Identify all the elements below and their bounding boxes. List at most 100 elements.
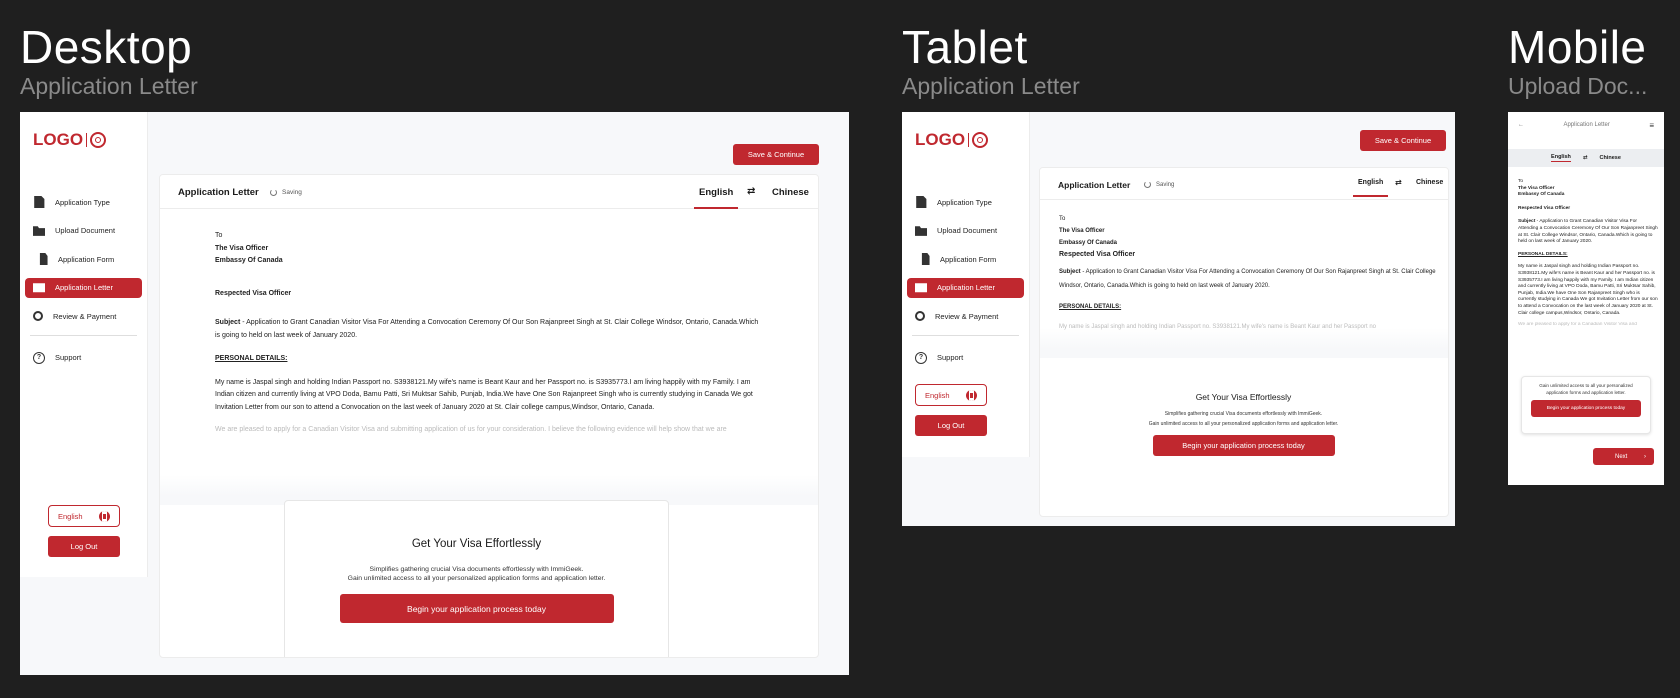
desktop-subtitle: Application Letter: [20, 73, 198, 99]
save-continue-button[interactable]: Save & Continue: [1360, 130, 1446, 151]
promo-line2: Gain unlimited access to all your person…: [1148, 421, 1339, 427]
sidebar-item-application-type[interactable]: Application Type: [25, 192, 142, 212]
sidebar-item-application-form[interactable]: Application Form: [907, 249, 1024, 269]
mobile-lang-tabs: English ⇄ Chinese: [1508, 149, 1664, 167]
file-icon: [921, 253, 930, 265]
saving-status: Saving: [1144, 181, 1174, 188]
canada-flag-icon: [966, 389, 977, 401]
sidebar-item-application-letter[interactable]: Application Letter: [907, 277, 1024, 298]
logo-text: LOGO: [33, 130, 84, 149]
saving-status: Saving: [270, 189, 302, 196]
sidebar-item-application-letter[interactable]: Application Letter: [25, 277, 142, 298]
document-import-icon: [34, 196, 45, 208]
logout-button[interactable]: Log Out: [48, 536, 120, 557]
sidebar-item-review-payment[interactable]: Review & Payment: [25, 306, 142, 326]
sidebar-item-label: Upload Document: [55, 226, 116, 235]
back-icon[interactable]: ←: [1518, 122, 1524, 128]
logout-button[interactable]: Log Out: [915, 415, 987, 436]
letter-salutation: Respected Visa Officer: [1518, 205, 1571, 211]
sidebar-item-review-payment[interactable]: Review & Payment: [907, 306, 1024, 326]
nav-divider: [912, 334, 1019, 336]
begin-application-button[interactable]: Begin your application process today: [1531, 400, 1641, 417]
subject-text: - Application to Grant Canadian Visitor …: [215, 319, 759, 339]
sidebar-nav: Application Type Upload Document Applica…: [907, 192, 1024, 376]
sidebar-item-label: Review & Payment: [53, 311, 117, 321]
subject-label: Subject: [1518, 219, 1536, 225]
tab-english[interactable]: English: [693, 187, 739, 209]
mobile-page-title: Application Letter: [1563, 122, 1610, 128]
sidebar-item-label: Review & Payment: [935, 311, 999, 321]
sidebar-item-label: Application Type: [937, 197, 992, 207]
sidebar-item-label: Support: [937, 353, 964, 362]
saving-label: Saving: [1156, 181, 1175, 188]
sidebar-item-application-type[interactable]: Application Type: [907, 192, 1024, 212]
sidebar-item-label: Upload Document: [937, 226, 998, 235]
letter-to: To: [215, 232, 223, 239]
content-fade: [1040, 328, 1448, 358]
subject-text: - Application to Grant Canadian Visitor …: [1518, 219, 1658, 245]
mail-icon: [915, 283, 927, 293]
search-icon: [915, 311, 925, 321]
card-header: Application Letter Saving English ⇄ Chin…: [160, 175, 818, 209]
language-label: English: [925, 390, 950, 400]
next-button[interactable]: Next ›: [1593, 448, 1654, 465]
card-title: Application Letter: [1058, 180, 1131, 190]
letter-to: To: [1059, 216, 1066, 222]
tablet-title: Tablet: [902, 21, 1028, 73]
file-icon: [39, 253, 48, 265]
personal-text: My name is Jaspal singh and holding Indi…: [1518, 264, 1658, 316]
tab-english[interactable]: English: [1551, 154, 1571, 162]
sidebar-item-label: Application Letter: [937, 283, 995, 292]
spinner-icon: [1144, 181, 1151, 188]
language-button[interactable]: English: [48, 505, 120, 527]
letter-salutation: Respected Visa Officer: [215, 289, 292, 297]
personal-heading: PERSONAL DETAILS:: [215, 355, 288, 362]
personal-heading: PERSONAL DETAILS:: [1518, 251, 1568, 257]
letter-body: To The Visa Officer Embassy Of Canada Re…: [215, 230, 765, 436]
tab-chinese[interactable]: Chinese: [772, 187, 809, 198]
begin-application-button[interactable]: Begin your application process today: [1152, 435, 1335, 456]
sidebar-item-label: Application Form: [940, 254, 997, 264]
letter-subject: Subject - Application to Grant Canadian …: [1518, 219, 1658, 245]
swap-icon[interactable]: ⇄: [1583, 155, 1588, 161]
sidebar-item-application-form[interactable]: Application Form: [25, 249, 142, 269]
sidebar-item-upload-document[interactable]: Upload Document: [907, 221, 1024, 241]
sidebar-item-upload-document[interactable]: Upload Document: [25, 221, 142, 241]
desktop-heading: Desktop Application Letter: [20, 22, 198, 100]
card-title: Application Letter: [178, 187, 259, 198]
tab-chinese[interactable]: Chinese: [1600, 155, 1621, 161]
canada-flag-icon: [99, 510, 110, 522]
help-icon: ?: [915, 351, 927, 364]
tab-chinese[interactable]: Chinese: [1416, 179, 1443, 186]
letter-officer: The Visa Officer: [1059, 228, 1105, 234]
logo-mark-icon: [972, 132, 989, 148]
language-button[interactable]: English: [915, 384, 987, 406]
swap-icon[interactable]: ⇄: [1395, 178, 1402, 187]
subject-label: Subject: [215, 319, 241, 326]
logo: LOGO: [915, 130, 989, 150]
tablet-heading: Tablet Application Letter: [902, 22, 1080, 100]
letter-card: Application Letter Saving English ⇄ Chin…: [159, 174, 819, 658]
language-label: English: [58, 511, 83, 521]
folder-icon: [915, 226, 927, 236]
sidebar-item-support[interactable]: ? Support: [907, 348, 1024, 368]
promo-card: Gain unlimited access to all your person…: [1521, 376, 1651, 434]
mobile-title: Mobile: [1508, 21, 1647, 73]
swap-icon[interactable]: ⇄: [747, 186, 755, 197]
logo-text: LOGO: [915, 130, 966, 149]
sidebar: LOGO Application Type Upload Document Ap…: [902, 112, 1030, 457]
document-import-icon: [916, 196, 927, 208]
letter-officer: The Visa Officer: [215, 244, 269, 252]
menu-icon[interactable]: ≡: [1649, 121, 1654, 130]
promo-line1: Simplifies gathering crucial Visa docume…: [369, 566, 584, 573]
card-header: Application Letter Saving English ⇄ Chin…: [1040, 168, 1448, 200]
promo-title: Get Your Visa Effortlessly: [411, 538, 542, 550]
tab-english[interactable]: English: [1352, 179, 1389, 197]
promo-card: Get Your Visa Effortlessly Simplifies ga…: [284, 500, 669, 657]
begin-application-button[interactable]: Begin your application process today: [339, 594, 614, 623]
promo-line1: Simplifies gathering crucial Visa docume…: [1164, 411, 1323, 417]
save-continue-button[interactable]: Save & Continue: [733, 144, 819, 165]
sidebar-item-label: Application Letter: [55, 283, 113, 292]
sidebar-item-support[interactable]: ? Support: [25, 348, 142, 368]
promo-mobile-text: Gain unlimited access to all your person…: [1539, 383, 1633, 395]
